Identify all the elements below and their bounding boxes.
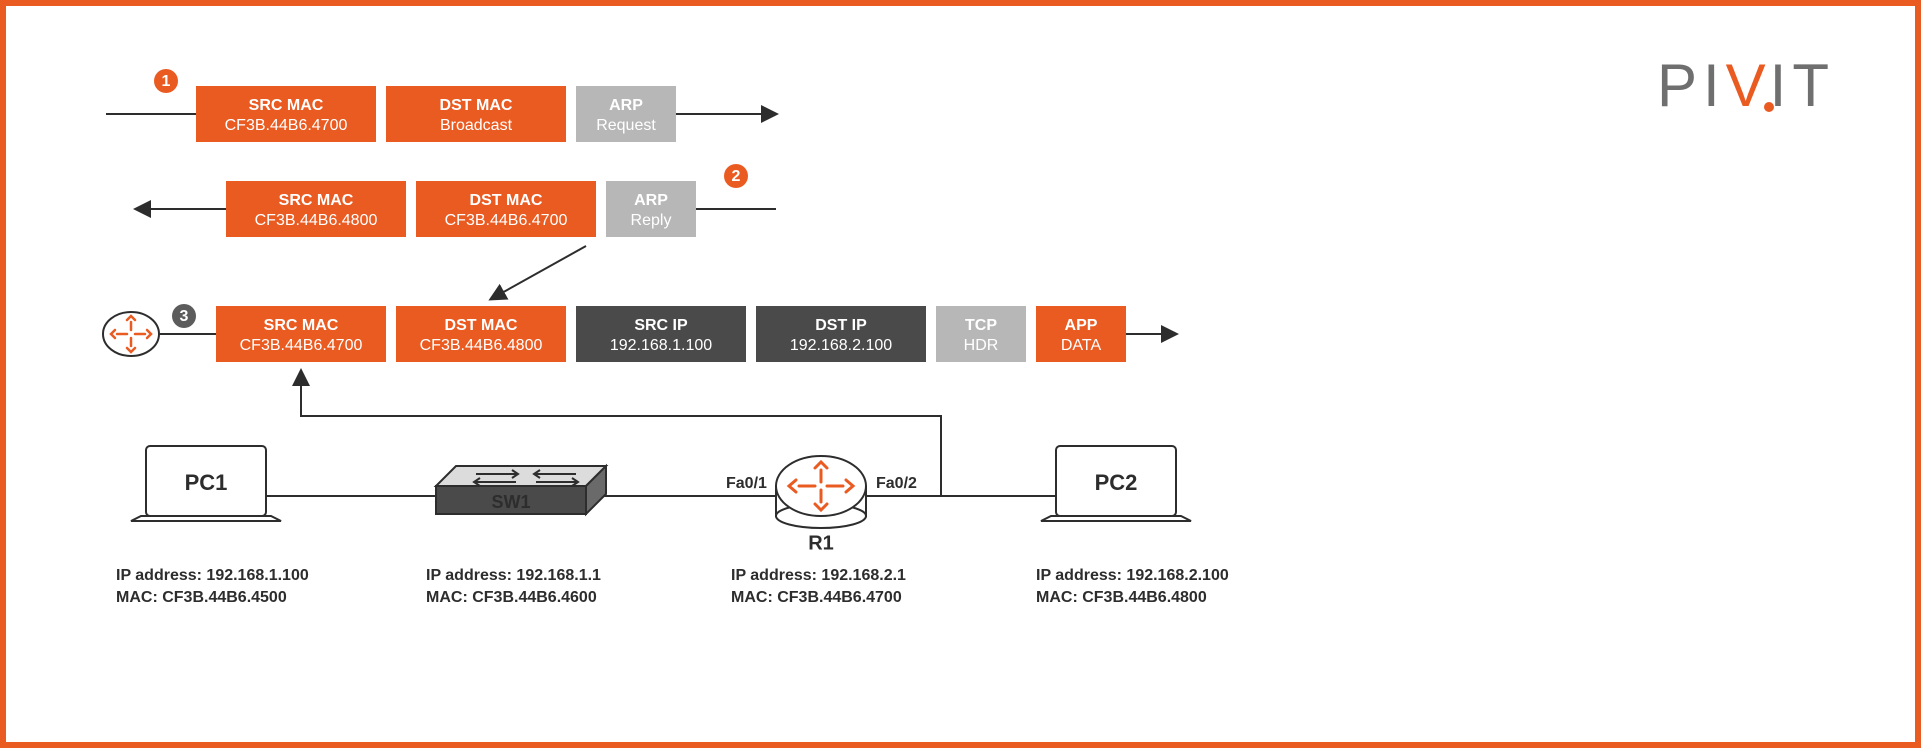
p3-srcip-value: 192.168.1.100	[610, 337, 712, 354]
r1-name: R1	[808, 532, 834, 554]
connector-arrow-2to3	[491, 246, 586, 299]
step-badge-2: 2	[732, 168, 741, 185]
step-badge-1: 1	[162, 73, 171, 90]
sw1-name: SW1	[491, 492, 530, 512]
p1-srcmac-value: CF3B.44B6.4700	[225, 117, 348, 134]
p2-tail-title: ARP	[634, 192, 668, 209]
p2-srcmac-value: CF3B.44B6.4800	[255, 212, 378, 229]
pc2-name: PC2	[1095, 470, 1138, 495]
p2-srcmac-title: SRC MAC	[279, 192, 354, 209]
diagram-canvas: 1 SRC MAC CF3B.44B6.4700 DST MAC Broadca…	[66, 36, 1866, 716]
r1-ip: IP address: 192.168.2.1	[731, 567, 906, 584]
p3-srcmac-value: CF3B.44B6.4700	[240, 337, 363, 354]
p1-dstmac-value: Broadcast	[440, 117, 513, 134]
pc1-mac: MAC: CF3B.44B6.4500	[116, 589, 287, 606]
pc2-mac: MAC: CF3B.44B6.4800	[1036, 589, 1207, 606]
step-badge-3: 3	[180, 308, 189, 325]
packet-row-1: 1 SRC MAC CF3B.44B6.4700 DST MAC Broadca…	[106, 69, 776, 142]
device-pc2: PC2	[1041, 446, 1191, 521]
brand-logo: PIVIT	[1657, 56, 1835, 116]
device-pc1: PC1	[131, 446, 281, 521]
sw1-ip: IP address: 192.168.1.1	[426, 567, 601, 584]
p3-srcip-title: SRC IP	[634, 317, 688, 334]
p3-tcp-title: TCP	[965, 317, 997, 334]
packet-row-2: 2 SRC MAC CF3B.44B6.4800 DST MAC CF3B.44…	[136, 164, 776, 237]
p1-dstmac-title: DST MAC	[440, 97, 513, 114]
p3-dstip-title: DST IP	[815, 317, 867, 334]
p3-tcp-value: HDR	[964, 337, 999, 354]
p3-dstip-value: 192.168.2.100	[790, 337, 892, 354]
p3-dstmac-title: DST MAC	[445, 317, 518, 334]
p2-dstmac-value: CF3B.44B6.4700	[445, 212, 568, 229]
p1-srcmac-title: SRC MAC	[249, 97, 324, 114]
pc1-ip: IP address: 192.168.1.100	[116, 567, 309, 584]
p3-dstmac-value: CF3B.44B6.4800	[420, 337, 543, 354]
packet-row-3: 3 SRC MAC CF3B.44B6.4700 DST MAC CF3B.44…	[103, 304, 1176, 362]
device-r1: R1	[776, 456, 866, 554]
p1-tail-value: Request	[596, 117, 656, 134]
router-glyph-small	[103, 312, 159, 356]
topology: PC1 IP address: 192.168.1.100 MAC: CF3B.…	[116, 371, 1229, 606]
pc2-ip: IP address: 192.168.2.100	[1036, 567, 1229, 584]
p3-app-value: DATA	[1061, 337, 1102, 354]
p1-tail-title: ARP	[609, 97, 643, 114]
iface-right: Fa0/2	[876, 475, 917, 492]
p2-tail-value: Reply	[631, 212, 672, 229]
p3-app-title: APP	[1065, 317, 1098, 334]
device-sw1: SW1	[436, 466, 606, 514]
r1-mac: MAC: CF3B.44B6.4700	[731, 589, 902, 606]
p3-srcmac-title: SRC MAC	[264, 317, 339, 334]
p2-dstmac-title: DST MAC	[470, 192, 543, 209]
sw1-mac: MAC: CF3B.44B6.4600	[426, 589, 597, 606]
iface-left: Fa0/1	[726, 475, 767, 492]
pc1-name: PC1	[185, 470, 228, 495]
